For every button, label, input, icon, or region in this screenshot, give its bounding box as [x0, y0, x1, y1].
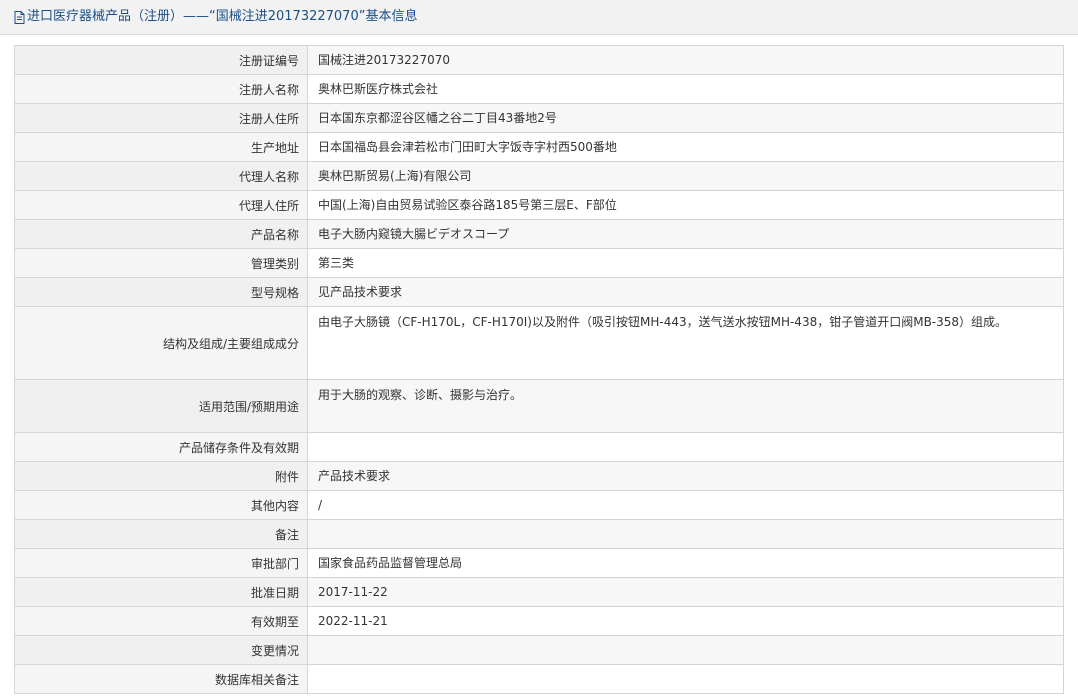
table-row: 代理人名称 奥林巴斯贸易(上海)有限公司 [14, 161, 1064, 191]
row-value: / [307, 490, 1064, 520]
table-row: 附件 产品技术要求 [14, 461, 1064, 491]
row-label: 注册证编号 [14, 45, 308, 75]
table-row: 产品名称 电子大肠内窥镜大腸ビデオスコープ [14, 219, 1064, 249]
table-row: 批准日期 2017-11-22 [14, 577, 1064, 607]
row-label: 其他内容 [14, 490, 308, 520]
table-row: 其他内容 / [14, 490, 1064, 520]
row-label: 代理人住所 [14, 190, 308, 220]
row-label: 产品储存条件及有效期 [14, 432, 308, 462]
table-row: 有效期至 2022-11-21 [14, 606, 1064, 636]
table-row: 适用范围/预期用途 用于大肠的观察、诊断、摄影与治疗。 [14, 379, 1064, 433]
row-label: 数据库相关备注 [14, 664, 308, 694]
row-label: 注册人住所 [14, 103, 308, 133]
table-row: 生产地址 日本国福岛县会津若松市门田町大字饭寺字村西500番地 [14, 132, 1064, 162]
row-value: 中国(上海)自由贸易试验区泰谷路185号第三层E、F部位 [307, 190, 1064, 220]
page-header: 进口医疗器械产品（注册）——“国械注进20173227070”基本信息 [0, 0, 1078, 35]
row-label: 管理类别 [14, 248, 308, 278]
row-value: 用于大肠的观察、诊断、摄影与治疗。 [307, 379, 1064, 433]
row-label: 产品名称 [14, 219, 308, 249]
table-row: 备注 [14, 519, 1064, 549]
row-label: 生产地址 [14, 132, 308, 162]
table-row: 注册人住所 日本国东京都涩谷区幡之谷二丁目43番地2号 [14, 103, 1064, 133]
table-row: 注册人名称 奥林巴斯医疗株式会社 [14, 74, 1064, 104]
row-value: 2017-11-22 [307, 577, 1064, 607]
table-row: 变更情况 [14, 635, 1064, 665]
row-value [307, 664, 1064, 694]
row-label: 审批部门 [14, 548, 308, 578]
table-row: 产品储存条件及有效期 [14, 432, 1064, 462]
info-table-container: 注册证编号 国械注进20173227070 注册人名称 奥林巴斯医疗株式会社 注… [14, 45, 1064, 694]
row-value [307, 432, 1064, 462]
row-label: 变更情况 [14, 635, 308, 665]
row-value [307, 635, 1064, 665]
table-row: 数据库相关备注 [14, 664, 1064, 694]
row-label: 注册人名称 [14, 74, 308, 104]
row-value: 国械注进20173227070 [307, 45, 1064, 75]
table-row: 结构及组成/主要组成成分 由电子大肠镜（CF-H170L，CF-H170I)以及… [14, 306, 1064, 380]
row-label: 型号规格 [14, 277, 308, 307]
row-label: 代理人名称 [14, 161, 308, 191]
row-value: 国家食品药品监督管理总局 [307, 548, 1064, 578]
row-label: 备注 [14, 519, 308, 549]
row-value [307, 519, 1064, 549]
table-row: 审批部门 国家食品药品监督管理总局 [14, 548, 1064, 578]
row-value: 2022-11-21 [307, 606, 1064, 636]
row-value: 第三类 [307, 248, 1064, 278]
row-value: 由电子大肠镜（CF-H170L，CF-H170I)以及附件（吸引按钮MH-443… [307, 306, 1064, 380]
row-value: 奥林巴斯医疗株式会社 [307, 74, 1064, 104]
row-value: 日本国东京都涩谷区幡之谷二丁目43番地2号 [307, 103, 1064, 133]
info-table: 注册证编号 国械注进20173227070 注册人名称 奥林巴斯医疗株式会社 注… [14, 45, 1064, 694]
row-value: 奥林巴斯贸易(上海)有限公司 [307, 161, 1064, 191]
row-label: 批准日期 [14, 577, 308, 607]
row-value: 电子大肠内窥镜大腸ビデオスコープ [307, 219, 1064, 249]
table-row: 管理类别 第三类 [14, 248, 1064, 278]
table-row: 型号规格 见产品技术要求 [14, 277, 1064, 307]
page-title: 进口医疗器械产品（注册）——“国械注进20173227070”基本信息 [27, 9, 418, 24]
document-icon [14, 10, 25, 24]
row-label: 有效期至 [14, 606, 308, 636]
row-value: 日本国福岛县会津若松市门田町大字饭寺字村西500番地 [307, 132, 1064, 162]
row-value: 产品技术要求 [307, 461, 1064, 491]
table-row: 注册证编号 国械注进20173227070 [14, 45, 1064, 75]
row-label: 适用范围/预期用途 [14, 379, 308, 433]
row-label: 结构及组成/主要组成成分 [14, 306, 308, 380]
table-row: 代理人住所 中国(上海)自由贸易试验区泰谷路185号第三层E、F部位 [14, 190, 1064, 220]
row-label: 附件 [14, 461, 308, 491]
row-value: 见产品技术要求 [307, 277, 1064, 307]
